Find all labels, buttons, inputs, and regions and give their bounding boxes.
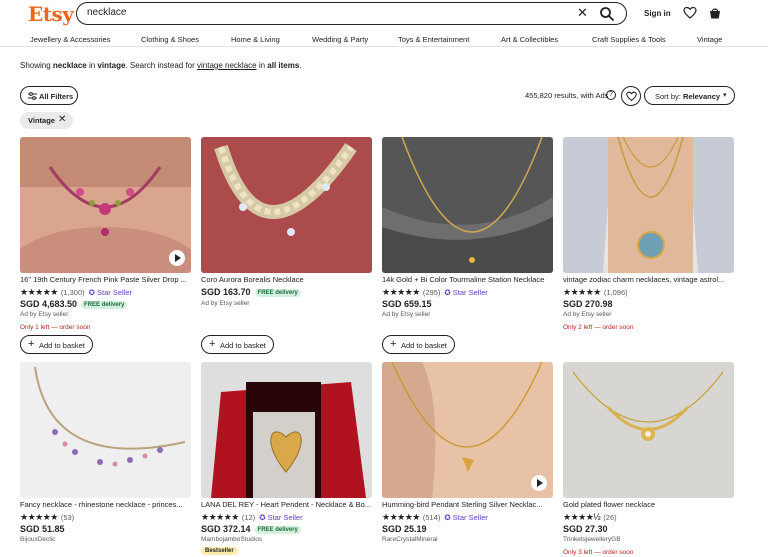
nav-vintage[interactable]: Vintage [697,35,722,44]
rating-row: ★★★★★ (1,300) ✪ Star Seller [20,287,132,297]
shop-name[interactable]: BijouxDeclic [20,536,55,543]
play-video-icon[interactable] [531,475,547,491]
remove-chip-icon[interactable]: ✕ [58,114,66,125]
all-filters-button[interactable]: All Filters [20,86,78,105]
listing-title[interactable]: 14k Gold + Bi Color Tourmaline Station N… [382,275,553,284]
listing-price: SGD 27.30 [563,524,608,534]
rating-row: ★★★★½ (26) [563,512,617,522]
ad-label: Ad by Etsy seller [382,311,431,318]
nav-art-collectibles[interactable]: Art & Collectibles [501,35,558,44]
clear-search-icon[interactable]: ✕ [577,5,588,21]
etsy-logo[interactable]: Etsy [28,2,74,26]
listing-title[interactable]: Gold plated flower necklace [563,500,734,509]
chevron-down-icon: ▾ [723,92,727,99]
listing-price: SGD 4,683.50 FREE delivery [20,299,128,309]
listing-image[interactable] [201,362,372,498]
listing-price: SGD 270.98 [563,299,613,309]
shop-name[interactable]: MambojamboStudios [201,536,262,543]
bestseller-badge: Bestseller [201,547,238,555]
shop-name[interactable]: RareCrystalMineral [382,536,438,543]
rating-row: ★★★★★ (12) ✪ Star Seller [201,512,303,522]
stock-note: Only 1 left — order soon [20,324,91,331]
nav-wedding-party[interactable]: Wedding & Party [312,35,368,44]
ad-label: Ad by Etsy seller [20,311,69,318]
listing-image[interactable] [563,362,734,498]
listing-title[interactable]: vintage zodiac charm necklaces, vintage … [563,275,734,284]
free-delivery-badge: FREE delivery [254,526,301,534]
vintage-necklace-link[interactable]: vintage necklace [197,61,257,70]
results-count: 455,820 results, with Ads [525,91,609,100]
rating-row: ★★★★★ (53) [20,512,75,522]
listing-price: SGD 25.19 [382,524,427,534]
listing-price: SGD 372.14 FREE delivery [201,524,301,534]
add-to-basket-button[interactable]: + Add to basket [20,335,93,354]
nav-toys-entertainment[interactable]: Toys & Entertainment [398,35,469,44]
free-delivery-badge: FREE delivery [254,289,301,297]
nav-clothing-shoes[interactable]: Clothing & Shoes [141,35,199,44]
listing-title[interactable]: LANA DEL REY - Heart Pendent - Necklace … [201,500,372,509]
listing-title[interactable]: 16" 19th Century French Pink Paste Silve… [20,275,191,284]
nav-home-living[interactable]: Home & Living [231,35,280,44]
category-nav: Jewellery & Accessories Clothing & Shoes… [0,33,768,47]
stock-note: Only 2 left — order soon [563,324,634,331]
add-to-basket-button[interactable]: + Add to basket [201,335,274,354]
search-icon[interactable] [599,6,615,22]
listing-image[interactable] [201,137,372,273]
star-seller-badge: ✪ Star Seller [259,513,303,522]
listing-image[interactable] [382,137,553,273]
play-video-icon[interactable] [169,250,185,266]
search-bar[interactable]: necklace ✕ [76,2,627,25]
basket-icon[interactable] [708,6,722,20]
favorites-heart-icon[interactable] [683,6,697,20]
star-seller-badge: ✪ Star Seller [444,288,488,297]
header: Etsy necklace ✕ Sign in [0,0,768,28]
listing-price: SGD 163.70 FREE delivery [201,287,301,297]
sort-dropdown[interactable]: Sort by: Relevancy ▾ [644,86,735,105]
rating-row: ★★★★★ (1,096) [563,287,628,297]
nav-craft-supplies[interactable]: Craft Supplies & Tools [592,35,666,44]
help-icon[interactable]: ? [606,90,616,100]
all-items-link[interactable]: all items [267,61,299,70]
save-search-heart-icon[interactable] [621,86,641,106]
listing-price: SGD 51.85 [20,524,65,534]
listing-image[interactable] [20,137,191,273]
listing-image[interactable] [382,362,553,498]
listing-title[interactable]: Fancy necklace - rhinestone necklace - p… [20,500,191,509]
star-seller-badge: ✪ Star Seller [444,513,488,522]
shop-name[interactable]: TrinketsjewelleryGB [563,536,621,543]
listing-title[interactable]: Humming-bird Pendant Sterling Silver Nec… [382,500,553,509]
rating-row: ★★★★★ (514) ✪ Star Seller [382,512,488,522]
listing-title[interactable]: Coro Aurora Borealis Necklace [201,275,372,284]
ad-label: Ad by Etsy seller [201,300,250,307]
stock-note: Only 3 left — order soon [563,549,634,556]
filter-icon [28,92,37,100]
nav-jewellery-accessories[interactable]: Jewellery & Accessories [30,35,110,44]
rating-row: ★★★★★ (295) ✪ Star Seller [382,287,488,297]
sign-in-link[interactable]: Sign in [644,9,671,18]
search-notice: Showing necklace in vintage. Search inst… [20,61,302,70]
listing-price: SGD 659.15 [382,299,432,309]
star-seller-badge: ✪ Star Seller [88,288,132,297]
free-delivery-badge: FREE delivery [81,301,128,309]
add-to-basket-button[interactable]: + Add to basket [382,335,455,354]
search-input[interactable]: necklace [87,7,126,18]
listing-image[interactable] [20,362,191,498]
ad-label: Ad by Etsy seller [563,311,612,318]
listing-image[interactable] [563,137,734,273]
vintage-filter-chip[interactable]: Vintage ✕ [20,112,73,129]
